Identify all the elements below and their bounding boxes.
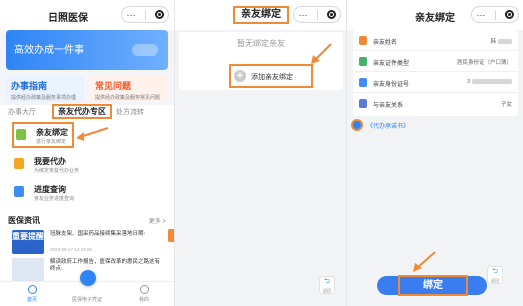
user-bind-icon	[16, 129, 26, 140]
agreement-checkbox[interactable]	[351, 119, 363, 131]
tabbar-label: 首页	[26, 297, 37, 303]
more-icon[interactable]: ···	[127, 10, 136, 20]
page-title: 亲友绑定	[233, 6, 289, 24]
field-label: 亲友证件类型	[373, 61, 410, 67]
tab-service-hall[interactable]: 办事大厅	[8, 107, 36, 117]
news-thumbnail[interactable]: 重要提醒	[12, 230, 44, 254]
news-header: 医保资讯 更多 >	[0, 211, 174, 227]
close-target-icon[interactable]	[326, 10, 336, 19]
empty-state-text: 暂无绑定亲友	[237, 39, 285, 48]
tabbar-label: 医保电子凭证	[71, 297, 102, 303]
id-card-icon	[359, 78, 367, 87]
guide-card[interactable]: 办事指南 提供经办政策及服务事项办理	[6, 76, 84, 102]
service-name: 亲友绑定	[36, 128, 68, 137]
mini-program-capsule[interactable]: ···	[293, 6, 341, 23]
service-desc: 亲友业务进度查询	[34, 196, 75, 202]
news-item-title[interactable]: 解读政府工作报告，医保改革的惠民之路这有终点:	[50, 259, 160, 273]
capsule-divider	[494, 9, 496, 20]
service-item-relative-bind[interactable]: 亲友绑定 进行亲友绑定	[12, 122, 74, 148]
page-title: 亲友绑定	[415, 13, 455, 24]
agreement-link[interactable]: 《代办承诺书》	[367, 121, 409, 130]
back-icon: ⮌	[492, 268, 498, 275]
banner[interactable]: 高效办成一件事	[6, 30, 168, 70]
field-value[interactable]: 3	[467, 79, 512, 85]
news-thumbnail[interactable]	[12, 258, 44, 282]
more-icon[interactable]: ···	[477, 10, 486, 20]
back-icon: ⮌	[324, 278, 330, 285]
close-target-icon[interactable]	[504, 10, 514, 19]
tab-proxy-zone[interactable]: 亲友代办专区	[52, 104, 112, 119]
relative-list-panel: 暂无绑定亲友 + 添加亲友绑定	[179, 32, 343, 90]
faq-card[interactable]: 常见问题 提供经办政策及服务常见问题	[90, 76, 168, 102]
back-label: 返回	[491, 278, 499, 283]
bind-button[interactable]: 绑定	[377, 275, 487, 296]
service-name: 进度查询	[34, 185, 66, 194]
add-relative-label: 添加亲友绑定	[251, 74, 293, 81]
nav-bar: 亲友绑定 ···	[347, 0, 523, 30]
tabbar-medical-card[interactable]: 医保电子凭证	[67, 285, 107, 303]
tabbar-label: 我的	[138, 297, 149, 303]
tab-prescription[interactable]: 处方流转	[116, 107, 144, 117]
service-tabs: 办事大厅 亲友代办专区 处方流转	[0, 104, 174, 119]
faq-subtitle: 提供经办政策及服务常见问题	[95, 95, 161, 101]
qr-code-button[interactable]	[80, 270, 96, 286]
service-item-proxy[interactable]: 我要代办 为绑定亲友代办业务	[12, 153, 162, 177]
form-row-id-type[interactable]: 亲友证件类型 居民身份证（户口簿）	[353, 51, 518, 72]
screen-bind-list: 亲友绑定 ··· 暂无绑定亲友 + 添加亲友绑定 ⮌ 返回	[174, 0, 346, 306]
guide-subtitle: 提供经办政策及服务事项办理	[11, 95, 77, 101]
nav-bar: 亲友绑定 ···	[175, 0, 346, 30]
tabbar-mine[interactable]: 我的	[124, 285, 164, 303]
news-more-link[interactable]: 更多 >	[149, 216, 166, 225]
field-value[interactable]: 韩	[490, 37, 512, 45]
banner-text: 高效办成一件事	[14, 45, 84, 56]
plus-icon: +	[234, 70, 246, 82]
news-item-date: 2023-05-17 14:43:09	[50, 247, 92, 252]
bind-form: 亲友姓名 韩 亲友证件类型 居民身份证（户口簿） 亲友身份证号 3 与亲友关系 …	[353, 30, 518, 116]
user-icon	[139, 285, 149, 294]
field-value[interactable]: 子女	[501, 100, 512, 108]
guide-title: 办事指南	[11, 81, 48, 91]
form-row-name[interactable]: 亲友姓名 韩	[353, 30, 518, 51]
add-relative-button[interactable]: + 添加亲友绑定	[229, 64, 313, 88]
back-button[interactable]: ⮌ 返回	[487, 266, 503, 284]
form-row-id-number[interactable]: 亲友身份证号 3	[353, 72, 518, 93]
capsule-divider	[144, 9, 146, 20]
page-title: 日照医保	[48, 13, 88, 24]
news-item-title[interactable]: 冠脉支架、国采药品接续集采落地日期:	[50, 231, 160, 238]
news-title: 医保资讯	[8, 216, 40, 225]
screen-bind-form: 亲友绑定 ··· 亲友姓名 韩 亲友证件类型 居民身份证（户口簿） 亲友身份证号…	[346, 0, 523, 306]
progress-icon	[14, 186, 24, 197]
screen-home: 日照医保 ··· 高效办成一件事 办事指南 提供经办政策及服务事项办理 常见问题…	[0, 0, 174, 306]
capsule-divider	[316, 9, 318, 20]
tabbar-home[interactable]: 首页	[12, 285, 52, 303]
back-button[interactable]: ⮌ 返回	[319, 276, 335, 294]
proxy-icon	[14, 158, 24, 169]
service-desc: 为绑定亲友代办业务	[34, 168, 80, 174]
field-label: 与亲友关系	[373, 103, 404, 109]
name-icon	[359, 36, 367, 45]
field-label: 亲友姓名	[373, 40, 398, 46]
home-icon	[27, 285, 37, 294]
relation-icon	[359, 99, 367, 108]
back-label: 返回	[323, 288, 331, 293]
faq-title: 常见问题	[95, 81, 132, 91]
service-name: 我要代办	[34, 157, 66, 166]
close-target-icon[interactable]	[154, 10, 164, 19]
mini-program-capsule[interactable]: ···	[471, 6, 519, 23]
mini-program-capsule[interactable]: ···	[121, 6, 169, 23]
agreement-row: 《代办承诺书》	[351, 119, 471, 131]
bind-button-label: 绑定	[398, 275, 468, 296]
field-label: 亲友身份证号	[373, 82, 410, 88]
form-row-relation[interactable]: 与亲友关系 子女	[353, 93, 518, 114]
field-value[interactable]: 居民身份证（户口簿）	[457, 58, 512, 66]
more-icon[interactable]: ···	[299, 10, 308, 20]
service-item-progress[interactable]: 进度查询 亲友业务进度查询	[12, 181, 162, 205]
id-type-icon	[359, 57, 367, 66]
nav-bar: 日照医保 ···	[0, 0, 174, 30]
banner-decoration	[132, 44, 158, 56]
service-list: 亲友绑定 进行亲友绑定 我要代办 为绑定亲友代办业务 进度查询 亲友业务进度查询	[0, 119, 174, 215]
service-desc: 进行亲友绑定	[36, 139, 67, 145]
